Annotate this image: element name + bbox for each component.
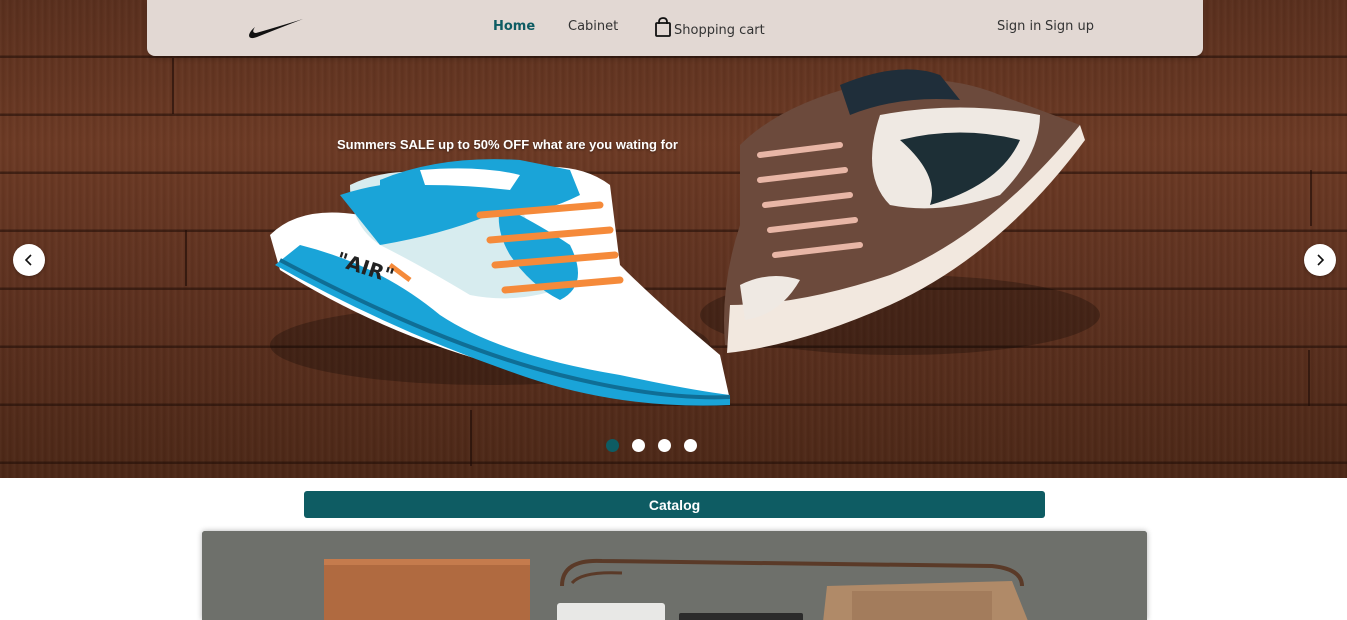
slide-caption: Summers SALE up to 50% OFF what are you … [337, 137, 678, 152]
carousel-dot-2[interactable] [632, 439, 645, 452]
carousel-dot-4[interactable] [684, 439, 697, 452]
navbar: Home Cabinet Shopping cart Sign in Sign … [147, 0, 1203, 56]
brown-sneaker [700, 69, 1100, 355]
nav-link-cabinet[interactable]: Cabinet [568, 19, 618, 34]
sign-up-link[interactable]: Sign up [1045, 19, 1094, 34]
plank-seam [470, 410, 472, 466]
nav-link-home[interactable]: Home [493, 19, 535, 34]
nike-swoosh-icon[interactable] [247, 17, 305, 41]
chevron-left-icon [24, 254, 32, 266]
blue-sneaker: "AIR" [270, 159, 731, 406]
sneakers-image: "AIR" [270, 69, 1100, 406]
carousel-indicators [606, 439, 697, 452]
hero-carousel: "AIR" Home Cabinet Shopping cart Sign in… [0, 0, 1347, 478]
catalog-title: Catalog [648, 496, 701, 513]
catalog-products-image [202, 531, 1147, 620]
plank-seam [1308, 350, 1310, 406]
carousel-next-button[interactable] [1304, 244, 1336, 276]
sign-in-link[interactable]: Sign in [997, 19, 1041, 34]
carousel-prev-button[interactable] [13, 244, 45, 276]
carousel-dot-1[interactable] [606, 439, 619, 452]
catalog-heading: Catalog [304, 491, 1045, 518]
catalog-card-image[interactable] [202, 531, 1147, 620]
chevron-right-icon [1317, 254, 1325, 266]
shopping-cart-label: Shopping cart [674, 23, 765, 38]
plank-seam [185, 230, 187, 286]
plank-seam [1310, 170, 1312, 226]
nav-link-shopping-cart[interactable]: Shopping cart [654, 17, 765, 38]
carousel-dot-3[interactable] [658, 439, 671, 452]
plank-seam [172, 58, 174, 114]
shopping-bag-icon [655, 17, 671, 37]
